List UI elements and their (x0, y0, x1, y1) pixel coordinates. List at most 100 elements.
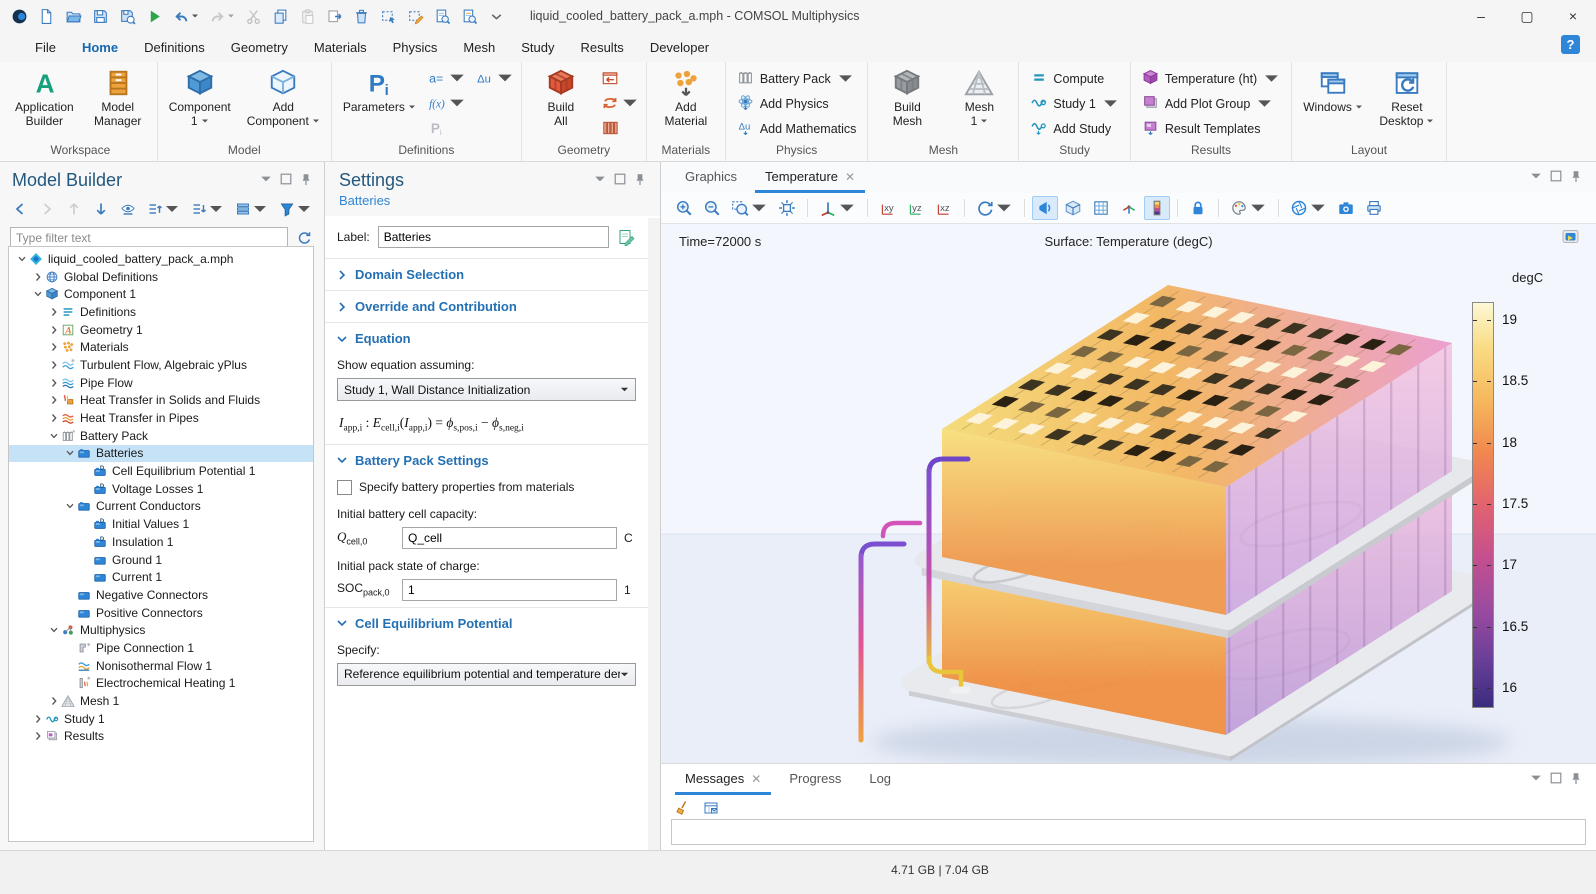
open-file-button[interactable] (62, 5, 85, 28)
new-file-button[interactable] (35, 5, 58, 28)
tree-item-results[interactable]: Results (9, 728, 313, 746)
tree-item-mesh-1[interactable]: Mesh 1 (9, 692, 313, 710)
tree-expander-closed[interactable] (31, 731, 44, 741)
import-geometry-button[interactable] (601, 68, 639, 88)
show-button[interactable] (118, 199, 138, 219)
panel-float-icon[interactable] (1550, 170, 1562, 185)
tree-expander-closed[interactable] (47, 307, 60, 317)
tab-messages[interactable]: Messages✕ (675, 771, 771, 795)
tree-item-heat-transfer-in-pipes[interactable]: Heat Transfer in Pipes (9, 409, 313, 427)
view-xz-button[interactable]: xz (931, 196, 957, 220)
add-study-button[interactable]: Add Study (1026, 116, 1122, 141)
tab-temperature[interactable]: Temperature✕ (755, 169, 865, 193)
tree-expander-closed[interactable] (47, 325, 60, 335)
rename-icon[interactable] (617, 228, 636, 247)
initial-capacity-input[interactable] (402, 527, 617, 549)
snapshot-button[interactable] (1333, 196, 1359, 220)
section-equation[interactable]: Equation (337, 323, 636, 354)
go-back-button[interactable] (10, 199, 30, 219)
section-domain-selection[interactable]: Domain Selection (337, 259, 636, 290)
messages-output[interactable] (671, 819, 1586, 845)
add-plot-group-button[interactable]: Add Plot Group (1138, 91, 1284, 116)
section-cell-equilibrium[interactable]: Cell Equilibrium Potential (337, 608, 636, 639)
paste-button[interactable] (296, 5, 319, 28)
copy-button[interactable] (269, 5, 292, 28)
close-tab-icon[interactable]: ✕ (845, 170, 855, 184)
zoom-out-button[interactable] (699, 196, 725, 220)
tree-item-electrochemical-heating-1[interactable]: ✳Electrochemical Heating 1 (9, 675, 313, 693)
run-button[interactable] (143, 5, 166, 28)
help-button[interactable]: ? (1561, 35, 1580, 54)
rotate-view-button[interactable] (972, 196, 1017, 220)
component-1-button[interactable]: Component1 (165, 64, 235, 130)
cut-button[interactable] (242, 5, 265, 28)
menu-home[interactable]: Home (69, 29, 131, 65)
tree-item-nonisothermal-flow-1[interactable]: Nonisothermal Flow 1 (9, 657, 313, 675)
temperature-ht-button[interactable]: Temperature (ht) (1138, 66, 1284, 91)
tree-expander-closed[interactable] (47, 378, 60, 388)
maximize-button[interactable]: ▢ (1504, 0, 1550, 32)
specify-properties-checkbox[interactable] (337, 480, 352, 495)
view-axes-toggle[interactable] (1116, 196, 1142, 220)
save-as-button[interactable] (116, 5, 139, 28)
tree-item-voltage-losses-1[interactable]: DVoltage Losses 1 (9, 480, 313, 498)
scene-light-toggle[interactable] (1032, 196, 1058, 220)
graphics-canvas[interactable]: Time=72000 s Surface: Temperature (degC)… (661, 224, 1596, 764)
tree-expander-closed[interactable] (47, 360, 60, 370)
menu-mesh[interactable]: Mesh (450, 32, 508, 62)
tree-item-cell-equilibrium-potential-1[interactable]: DCell Equilibrium Potential 1 (9, 462, 313, 480)
variables-button[interactable]: a= (428, 68, 466, 88)
tree-expander-open[interactable] (31, 289, 44, 299)
view-xy-button[interactable]: xy (875, 196, 901, 220)
rebuild-geometry-button[interactable] (601, 93, 639, 113)
menu-study[interactable]: Study (508, 32, 567, 62)
tree-item-current-1[interactable]: Current 1 (9, 568, 313, 586)
functions-button[interactable]: f(x) (428, 93, 466, 113)
move-up-button[interactable] (64, 199, 84, 219)
model-tree-nodes-button[interactable] (233, 199, 270, 219)
tree-item-ground-1[interactable]: Ground 1 (9, 551, 313, 569)
tree-item-heat-transfer-in-solids-and-fluids[interactable]: Heat Transfer in Solids and Fluids (9, 392, 313, 410)
tree-expander-closed[interactable] (47, 395, 60, 405)
tree-expander-open[interactable] (47, 625, 60, 635)
tree-expander-open[interactable] (63, 501, 76, 511)
tree-item-component-1[interactable]: Component 1 (9, 285, 313, 303)
menu-geometry[interactable]: Geometry (218, 32, 301, 62)
print-button[interactable] (1361, 196, 1387, 220)
tree-item-definitions[interactable]: Definitions (9, 303, 313, 321)
model-manager-button[interactable]: ModelManager (86, 64, 150, 130)
tree-expander-open[interactable] (63, 448, 76, 458)
add-material-button[interactable]: AddMaterial (654, 64, 718, 130)
mesh-1-button[interactable]: Mesh1 (947, 64, 1011, 130)
grid-toggle[interactable] (1088, 196, 1114, 220)
specify-dropdown[interactable]: Reference equilibrium potential and temp… (337, 663, 636, 686)
panel-pin-icon[interactable] (300, 173, 312, 188)
tree-item-pipe-connection-1[interactable]: ✳Pipe Connection 1 (9, 639, 313, 657)
parameters-button[interactable]: PiParameters (339, 64, 420, 116)
view-yz-button[interactable]: yz (903, 196, 929, 220)
panel-menu-icon[interactable] (1530, 772, 1542, 787)
add-component-button[interactable]: AddComponent (243, 64, 324, 130)
menu-materials[interactable]: Materials (301, 32, 380, 62)
filter-button[interactable] (277, 199, 314, 219)
settings-scrollbar[interactable] (648, 218, 660, 850)
clear-messages-button[interactable] (673, 798, 693, 818)
refresh-icon[interactable] (294, 228, 314, 248)
undo-button[interactable] (170, 5, 202, 28)
initial-soc-input[interactable] (402, 579, 617, 601)
panel-menu-icon[interactable] (1530, 170, 1542, 185)
tree-item-negative-connectors[interactable]: Negative Connectors (9, 586, 313, 604)
delete-button[interactable] (350, 5, 373, 28)
result-templates-button[interactable]: Result Templates (1138, 116, 1284, 141)
save-button[interactable] (89, 5, 112, 28)
zoom-extents-button[interactable] (774, 196, 800, 220)
duplicate-button[interactable] (323, 5, 346, 28)
redo-button[interactable] (206, 5, 238, 28)
panel-menu-icon[interactable] (260, 173, 272, 188)
panel-menu-icon[interactable] (594, 173, 606, 188)
tree-item-multiphysics[interactable]: Multiphysics (9, 621, 313, 639)
tree-item-liquid-cooled-battery-pack-a-mph[interactable]: liquid_cooled_battery_pack_a.mph (9, 250, 313, 268)
tree-expander-closed[interactable] (47, 413, 60, 423)
section-battery-pack-settings[interactable]: Battery Pack Settings (337, 445, 636, 476)
menu-file[interactable]: File (22, 32, 69, 62)
